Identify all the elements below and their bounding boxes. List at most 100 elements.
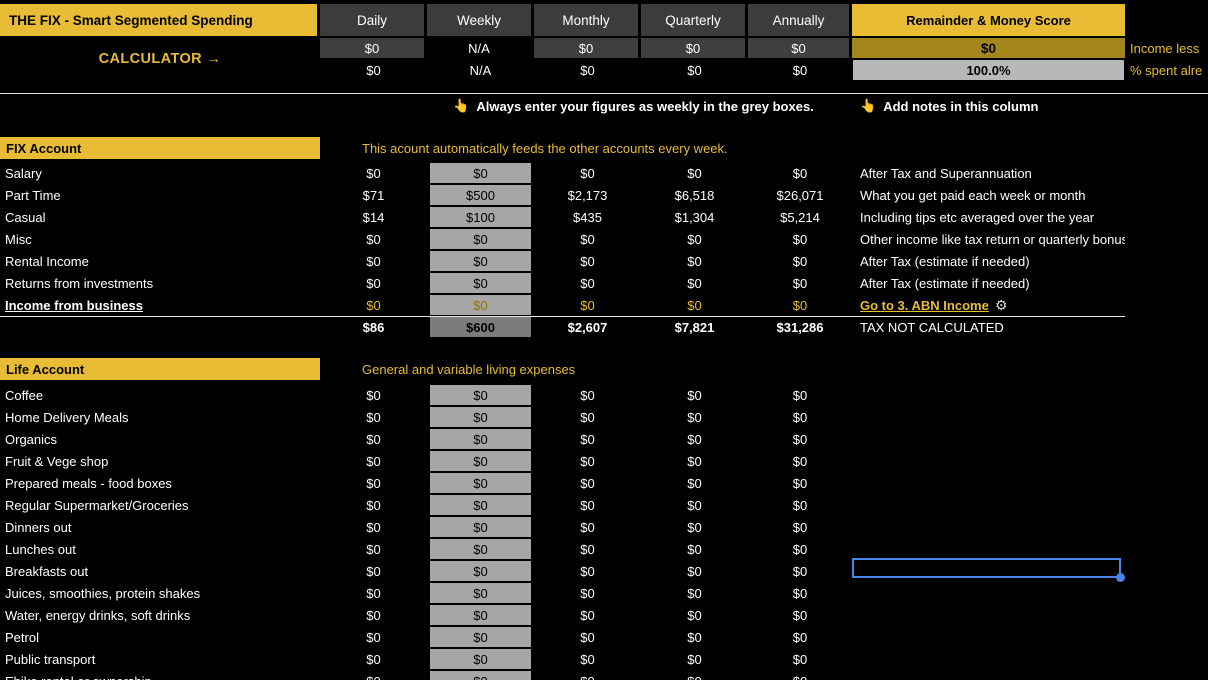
- note-cell[interactable]: [852, 626, 1125, 648]
- weekly-input[interactable]: $0: [430, 517, 531, 537]
- weekly-input[interactable]: $0: [430, 495, 531, 515]
- note-cell[interactable]: What you get paid each week or month: [852, 184, 1125, 206]
- percent-spent-label: % spent alre: [1130, 62, 1203, 78]
- weekly-input[interactable]: $0: [430, 605, 531, 625]
- weekly-input[interactable]: $0: [430, 583, 531, 603]
- row-label: Income from business: [5, 297, 143, 313]
- annually-value: $0: [792, 275, 808, 291]
- fix-account-section-header: FIX Account This acount automatically fe…: [0, 137, 1208, 159]
- weekly-input[interactable]: $0: [430, 273, 531, 293]
- note-cell[interactable]: [852, 472, 1125, 494]
- row-label: Regular Supermarket/Groceries: [5, 497, 189, 513]
- spreadsheet: THE FIX - Smart Segmented Spending Daily…: [0, 0, 1208, 680]
- row-label: Returns from investments: [5, 275, 154, 291]
- annually-value: $5,214: [780, 209, 820, 225]
- annually-value: $0: [792, 519, 808, 535]
- annually-value: $0: [792, 253, 808, 269]
- monthly-value: $0: [580, 431, 595, 447]
- fix-account-rows: Salary $0 $0 $0 $0 $0 After Tax and Supe…: [0, 162, 1208, 338]
- notes-column-hint: 👆 Add notes in this column: [852, 95, 1208, 117]
- annually-value: $0: [792, 607, 808, 623]
- note-cell[interactable]: [852, 604, 1125, 626]
- money-score-value: 100.0%: [853, 60, 1124, 80]
- note-cell[interactable]: [852, 494, 1125, 516]
- weekly-input[interactable]: $0: [430, 649, 531, 669]
- column-header-weekly: Weekly: [427, 4, 534, 36]
- quarterly-value: $0: [687, 409, 702, 425]
- weekly-input[interactable]: $0: [430, 451, 531, 471]
- divider-line: [0, 93, 1208, 94]
- daily-value: $0: [366, 541, 381, 557]
- quarterly-value: $0: [687, 607, 702, 623]
- quarterly-value: $0: [687, 585, 702, 601]
- note-cell[interactable]: [852, 538, 1125, 560]
- quarterly-value: $0: [687, 431, 702, 447]
- weekly-input[interactable]: $0: [430, 539, 531, 559]
- note-cell[interactable]: Other income like tax return or quarterl…: [852, 228, 1125, 250]
- row-label: Dinners out: [5, 519, 72, 535]
- monthly-value: $0: [580, 297, 595, 313]
- note-cell[interactable]: After Tax (estimate if needed): [852, 250, 1125, 272]
- weekly-input[interactable]: $0: [430, 473, 531, 493]
- daily-summary-value-2: $0: [366, 62, 381, 78]
- annually-value: $0: [792, 541, 808, 557]
- selected-cell-outline[interactable]: [852, 558, 1125, 582]
- weekly-input[interactable]: $0: [430, 429, 531, 449]
- weekly-input[interactable]: $0: [430, 229, 531, 249]
- calculator-link[interactable]: CALCULATOR →: [0, 38, 320, 80]
- weekly-input[interactable]: $0: [430, 295, 531, 315]
- daily-value: $0: [366, 497, 381, 513]
- row-label: Rental Income: [5, 253, 89, 269]
- annually-total: $31,286: [776, 319, 824, 335]
- monthly-value: $0: [580, 409, 595, 425]
- life-account-rows: Coffee $0 $0 $0 $0 $0 Home Delivery Meal…: [0, 384, 1208, 680]
- abn-income-link[interactable]: Go to 3. ABN Income: [860, 298, 989, 313]
- note-cell[interactable]: [852, 648, 1125, 670]
- monthly-value: $0: [580, 541, 595, 557]
- note-cell[interactable]: [852, 384, 1125, 406]
- note-cell[interactable]: [852, 516, 1125, 538]
- table-row: Part Time $71 $500 $2,173 $6,518 $26,071…: [0, 184, 1208, 206]
- table-row: Water, energy drinks, soft drinks $0 $0 …: [0, 604, 1208, 626]
- weekly-input[interactable]: $0: [430, 671, 531, 680]
- table-row: Misc $0 $0 $0 $0 $0 Other income like ta…: [0, 228, 1208, 250]
- quarterly-value: $1,304: [674, 209, 715, 225]
- daily-value: $0: [366, 453, 381, 469]
- annually-value: $0: [792, 409, 808, 425]
- column-header-annually: Annually: [748, 4, 852, 36]
- selection-handle-icon[interactable]: [1116, 573, 1125, 582]
- row-label: Organics: [5, 431, 58, 447]
- weekly-input[interactable]: $0: [430, 407, 531, 427]
- weekly-input[interactable]: $0: [430, 163, 531, 183]
- note-cell[interactable]: After Tax and Superannuation: [852, 162, 1125, 184]
- table-row: Home Delivery Meals $0 $0 $0 $0 $0: [0, 406, 1208, 428]
- note-cell[interactable]: [852, 450, 1125, 472]
- weekly-input[interactable]: $0: [430, 561, 531, 581]
- daily-value: $0: [366, 387, 381, 403]
- daily-value: $14: [362, 209, 385, 225]
- daily-value: $0: [366, 563, 381, 579]
- quarterly-value: $0: [687, 629, 702, 645]
- table-row: Salary $0 $0 $0 $0 $0 After Tax and Supe…: [0, 162, 1208, 184]
- tax-note: TAX NOT CALCULATED: [860, 319, 1004, 335]
- note-cell[interactable]: [852, 406, 1125, 428]
- note-cell[interactable]: [852, 582, 1125, 604]
- table-row: Casual $14 $100 $435 $1,304 $5,214 Inclu…: [0, 206, 1208, 228]
- row-label: Prepared meals - food boxes: [5, 475, 172, 491]
- row-label: Casual: [5, 209, 46, 225]
- weekly-input[interactable]: $100: [430, 207, 531, 227]
- note-cell[interactable]: [852, 670, 1125, 680]
- weekly-input[interactable]: $0: [430, 251, 531, 271]
- weekly-input[interactable]: $0: [430, 385, 531, 405]
- note-cell[interactable]: [852, 428, 1125, 450]
- note-cell[interactable]: Including tips etc averaged over the yea…: [852, 206, 1125, 228]
- quarterly-value: $0: [687, 165, 702, 181]
- row-label: Breakfasts out: [5, 563, 89, 579]
- section-title: FIX Account: [0, 137, 320, 159]
- monthly-value: $0: [580, 585, 595, 601]
- weekly-input[interactable]: $0: [430, 627, 531, 647]
- quarterly-value: $0: [641, 670, 748, 680]
- note-cell[interactable]: After Tax (estimate if needed): [852, 272, 1125, 294]
- weekly-input[interactable]: $500: [430, 185, 531, 205]
- daily-value: $71: [362, 187, 385, 203]
